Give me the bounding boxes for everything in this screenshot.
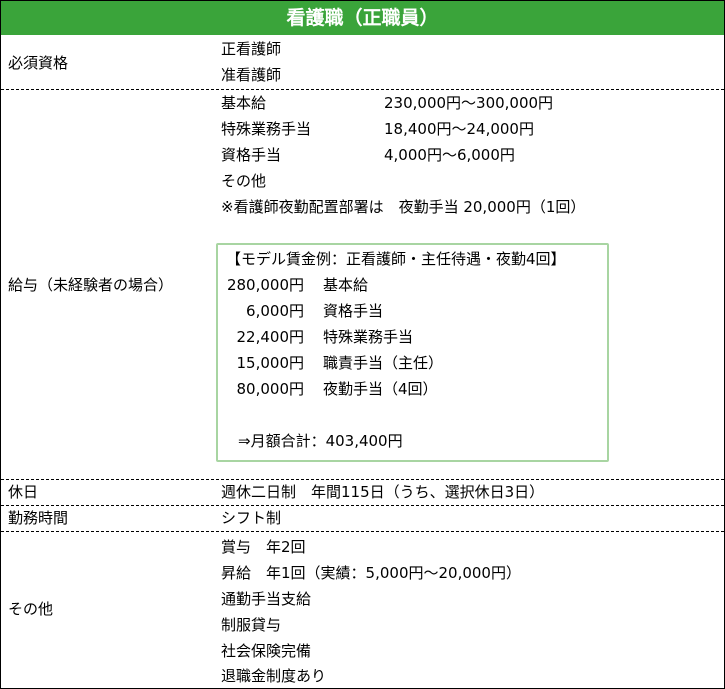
- salary-label: 給与（未経験者の場合）: [8, 276, 174, 294]
- holidays-row: 休日 週休二日制 年間115日（うち、選択休日3日）: [1, 480, 724, 506]
- others-item: 昇給 年1回（実績：5,000円〜20,000円）: [221, 564, 521, 582]
- model-wage-box: 【モデル賃金例：正看護師・主任待遇・夜勤4回】 280,000円 基本給 6,0…: [216, 243, 609, 462]
- model-wage-amount: 280,000円: [226, 276, 304, 294]
- model-wage-amount: 22,400円: [236, 328, 305, 346]
- night-shift-note: ※看護師夜勤配置部署は 夜勤手当 20,000円（1回）: [221, 198, 586, 216]
- others-item: 退職金制度あり: [221, 667, 327, 685]
- salary-item-value: 4,000円〜6,000円: [384, 146, 515, 164]
- salary-item-name: 基本給: [221, 94, 267, 112]
- others-item: 通勤手当支給: [221, 590, 312, 608]
- model-wage-item: 夜勤手当（4回）: [323, 380, 438, 398]
- model-wage-item: 特殊業務手当: [323, 328, 414, 346]
- others-row: その他 賞与 年2回 昇給 年1回（実績：5,000円〜20,000円） 通勤手…: [1, 532, 724, 688]
- work-hours-label: 勤務時間: [8, 509, 69, 527]
- model-wage-item: 資格手当: [323, 302, 384, 320]
- model-wage-amount: 80,000円: [236, 380, 305, 398]
- salary-item-value: 18,400円〜24,000円: [384, 120, 534, 138]
- model-wage-amount: 6,000円: [246, 302, 304, 320]
- qualification-item: 正看護師: [221, 40, 282, 58]
- qualifications-label: 必須資格: [8, 54, 69, 72]
- model-wage-heading: 【モデル賃金例：正看護師・主任待遇・夜勤4回】: [226, 250, 566, 268]
- salary-item-value: 230,000円〜300,000円: [384, 94, 554, 112]
- salary-item-name: 特殊業務手当: [221, 120, 312, 138]
- qualifications-row: 必須資格 正看護師 准看護師: [1, 35, 724, 90]
- model-wage-total: ⇒月額合計：403,400円: [238, 432, 403, 450]
- model-wage-amount: 15,000円: [236, 354, 305, 372]
- model-wage-item: 基本給: [323, 276, 369, 294]
- others-item: 制服貸与: [221, 616, 282, 634]
- salary-item: 特殊業務手当: [221, 119, 311, 139]
- model-wage-item: 職責手当（主任）: [323, 354, 444, 372]
- holidays-label: 休日: [8, 483, 39, 501]
- salary-item-name: 資格手当: [221, 146, 282, 164]
- work-hours-value: シフト制: [221, 509, 282, 527]
- holidays-value: 週休二日制 年間115日（うち、選択休日3日）: [221, 483, 545, 501]
- work-hours-row: 勤務時間 シフト制: [1, 506, 724, 532]
- others-item: 社会保険完備: [221, 642, 312, 660]
- job-info-table: 看護職（正職員） 必須資格 正看護師 准看護師 給与（未経験者の場合） 基本給 …: [0, 0, 725, 689]
- page-title: 看護職（正職員）: [1, 1, 724, 35]
- qualification-item: 准看護師: [221, 66, 282, 84]
- salary-item: 基本給: [221, 93, 266, 113]
- salary-item: 資格手当: [221, 145, 281, 165]
- salary-other: その他: [221, 172, 267, 190]
- others-item: 賞与 年2回: [221, 538, 306, 556]
- others-label: その他: [8, 600, 54, 618]
